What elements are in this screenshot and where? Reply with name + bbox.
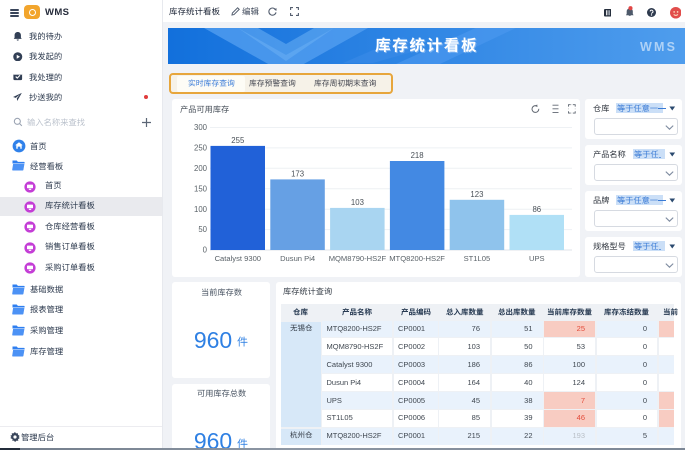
svg-text:MTQ8200-HS2F: MTQ8200-HS2F — [389, 254, 445, 263]
svg-text:173: 173 — [291, 169, 304, 178]
svg-text:100: 100 — [194, 205, 208, 214]
svg-text:123: 123 — [470, 190, 483, 199]
svg-text:MQM8790-HS2F: MQM8790-HS2F — [329, 254, 387, 263]
svg-text:Dusun Pi4: Dusun Pi4 — [280, 254, 315, 263]
svg-text:103: 103 — [351, 198, 364, 207]
svg-text:300: 300 — [194, 123, 208, 132]
svg-text:86: 86 — [532, 205, 541, 214]
svg-text:0: 0 — [203, 246, 208, 255]
svg-text:UPS: UPS — [529, 254, 545, 263]
svg-text:150: 150 — [194, 184, 208, 193]
svg-text:50: 50 — [198, 225, 207, 234]
svg-text:250: 250 — [194, 144, 208, 153]
svg-text:Catalyst 9300: Catalyst 9300 — [215, 254, 261, 263]
svg-text:218: 218 — [411, 151, 424, 160]
svg-text:255: 255 — [231, 136, 245, 145]
svg-text:ST1L05: ST1L05 — [464, 254, 491, 263]
svg-text:200: 200 — [194, 164, 208, 173]
